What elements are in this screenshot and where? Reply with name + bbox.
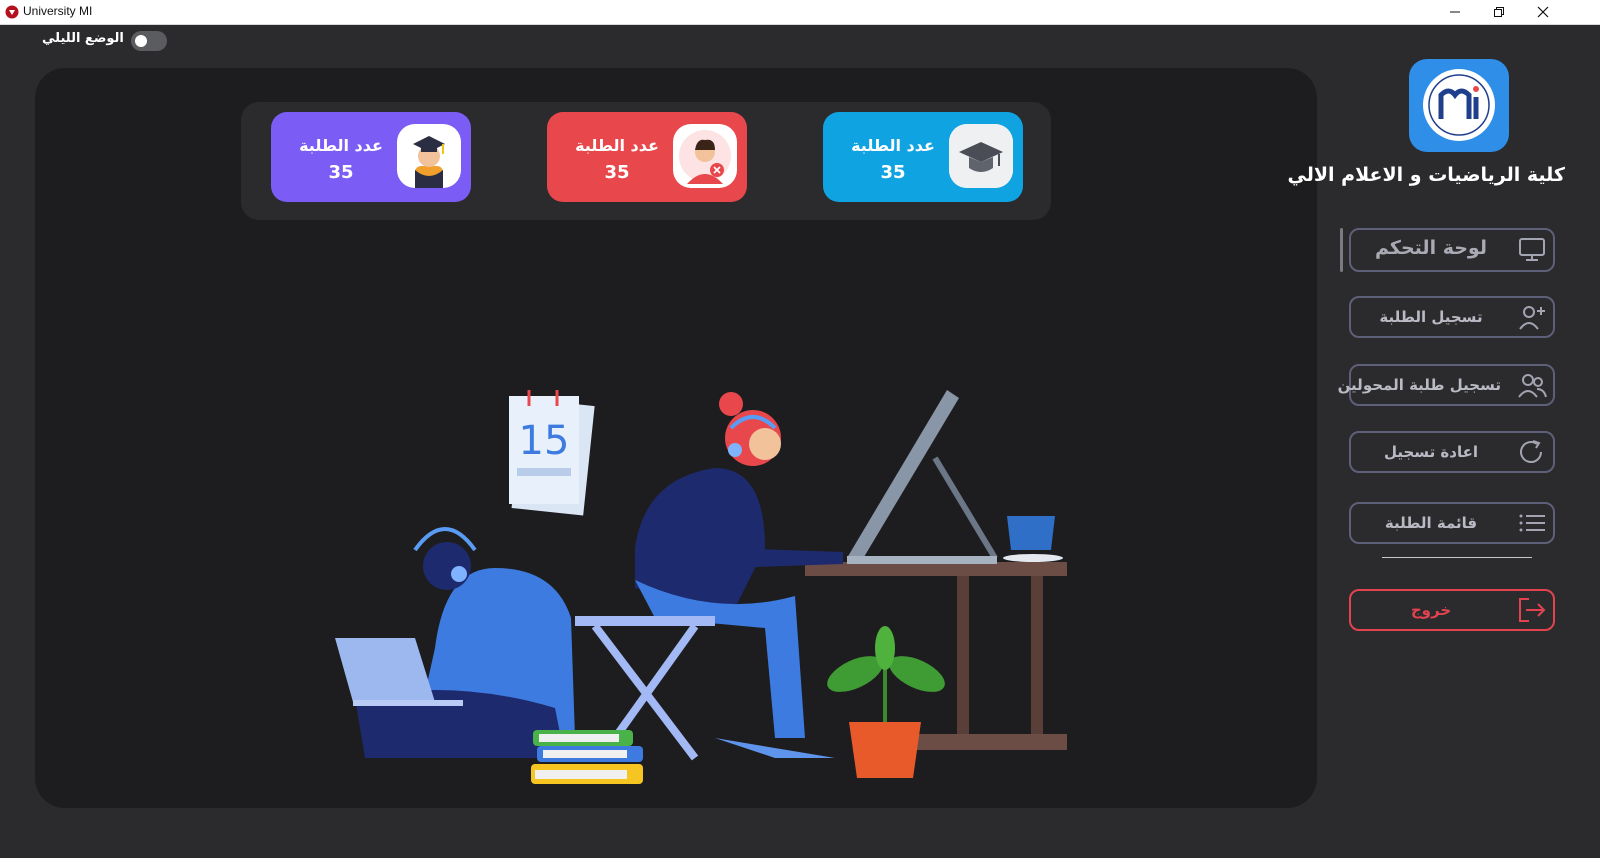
active-indicator [1340,228,1343,272]
window-title: University MI [23,4,93,18]
nav-register-students[interactable]: تسجيل الطلبة [1349,296,1555,338]
night-mode-toggle[interactable] [131,31,167,51]
nav-label: تسجيل الطلبة [1379,308,1483,326]
minimize-icon [1450,11,1460,13]
nav-label: لوحة التحكم [1375,237,1487,259]
stat-label: عدد الطلبة [299,136,383,155]
close-icon [1537,6,1549,18]
restore-icon [1494,7,1504,17]
nav-label: اعادة تسجيل [1383,443,1478,461]
calendar-icon: 15 [509,390,595,516]
nav-label: قائمة الطلبة [1384,514,1478,532]
calendar-day: 15 [519,418,570,464]
close-button[interactable] [1520,0,1566,24]
stat-value: 35 [604,162,630,183]
window-titlebar: University MI [0,0,1600,25]
nav-register-transfer-students[interactable]: تسجيل طلبة المحولين [1337,364,1555,406]
refresh-icon [1517,438,1547,466]
night-mode-label: الوضع الليلي [42,31,124,46]
dashboard-illustration: 15 [295,318,1075,788]
stat-label: عدد الطلبة [851,136,935,155]
logout-icon [1517,596,1547,624]
nav-re-register[interactable]: اعادة تسجيل [1349,431,1555,473]
graduate-icon [397,124,461,188]
stat-label: عدد الطلبة [575,136,659,155]
student-removed-icon [673,124,737,188]
add-user-icon [1517,303,1547,331]
stat-value: 35 [328,162,354,183]
users-icon [1517,371,1547,399]
college-logo [1409,59,1509,152]
restore-button[interactable] [1476,0,1522,24]
main-panel: عدد الطلبة 35 عدد الطلبة 35 عدد الطلبة 3… [35,68,1317,808]
graduation-cap-icon [949,124,1013,188]
college-name: كلية الرياضيات و الاعلام الالي [1287,164,1565,186]
stat-value: 35 [880,162,906,183]
stat-card-graduates: عدد الطلبة 35 [271,112,471,202]
exit-button[interactable]: خروج [1349,589,1555,631]
exit-label: خروج [1410,601,1452,619]
nav-label: تسجيل طلبة المحولين [1337,376,1501,394]
list-icon [1517,509,1547,537]
minimize-button[interactable] [1432,0,1478,24]
monitor-icon [1517,235,1547,263]
nav-dashboard[interactable]: لوحة التحكم [1349,228,1555,272]
sidebar-divider [1382,557,1532,558]
stat-card-removed: عدد الطلبة 35 [547,112,747,202]
stat-card-students: عدد الطلبة 35 [823,112,1023,202]
toggle-knob [135,35,147,47]
app-logo-icon [5,5,19,19]
stats-strip: عدد الطلبة 35 عدد الطلبة 35 عدد الطلبة 3… [241,102,1051,220]
nav-students-list[interactable]: قائمة الطلبة [1349,502,1555,544]
